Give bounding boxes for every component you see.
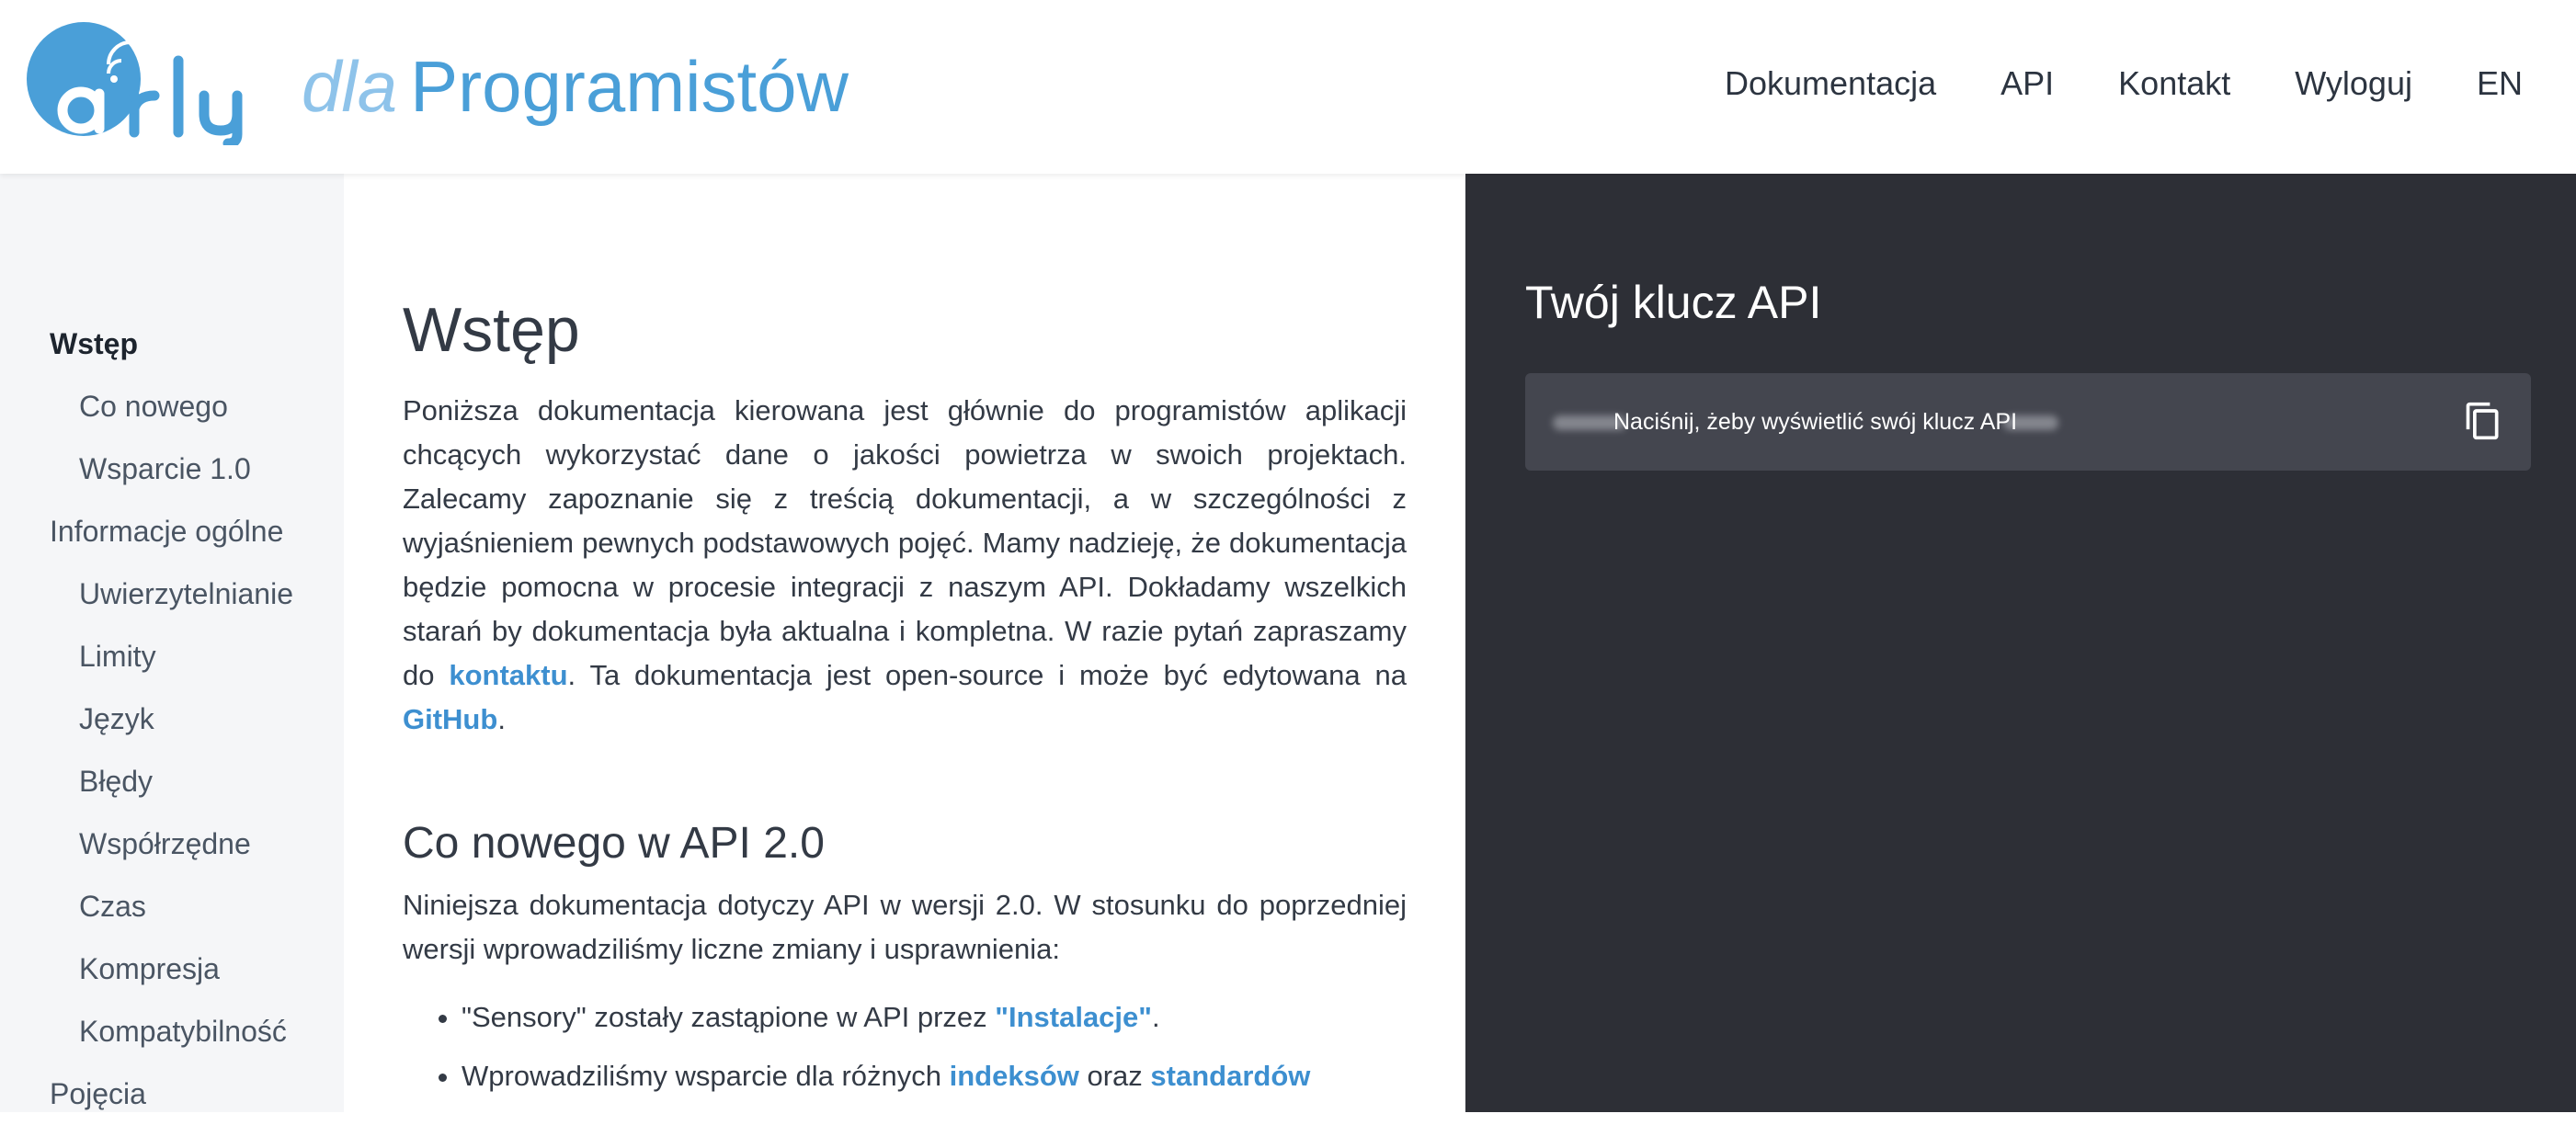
list-item-text-mid: oraz	[1078, 1060, 1151, 1092]
sidebar-item-kompatybilnosc[interactable]: Kompatybilność	[50, 1000, 293, 1062]
list-item: "Sensory" zostały zastąpione w API przez…	[462, 988, 1407, 1047]
sidebar-item-jezyk[interactable]: Język	[50, 688, 293, 750]
intro-text: Poniższa dokumentacja kierowana jest głó…	[403, 394, 1407, 691]
sidebar-item-wsparcie[interactable]: Wsparcie 1.0	[50, 438, 293, 500]
contact-link[interactable]: kontaktu	[449, 659, 567, 691]
sidebar-item-uwierzytelnianie[interactable]: Uwierzytelnianie	[50, 562, 293, 625]
sidebar-item-wspolrzedne[interactable]: Współrzędne	[50, 812, 293, 875]
intro-paragraph: Poniższa dokumentacja kierowana jest głó…	[403, 389, 1407, 742]
intro-mid-text: . Ta dokumentacja jest open-source i moż…	[567, 659, 1407, 691]
list-item-text: "Sensory" zostały zastąpione w API przez	[462, 1001, 996, 1033]
sidebar-item-wstep[interactable]: Wstęp	[50, 312, 293, 375]
instalacje-link[interactable]: "Instalacje"	[995, 1001, 1152, 1033]
nav-api[interactable]: API	[2000, 51, 2054, 116]
api-key-panel: Twój klucz API Naciśnij, żeby wyświetlić…	[1465, 174, 2576, 1112]
brand-name: Programistów	[410, 46, 849, 127]
top-header: dla Programistów Dokumentacja API Kontakt…	[0, 0, 2576, 174]
nav-language-en[interactable]: EN	[2477, 51, 2523, 116]
list-item-text-end: .	[1151, 1001, 1160, 1033]
list-item: Wprowadziliśmy wsparcie dla różnych inde…	[462, 1047, 1407, 1106]
sidebar-item-informacje-ogolne[interactable]: Informacje ogólne	[50, 500, 293, 562]
main-content: Wstęp Poniższa dokumentacja kierowana je…	[344, 174, 1465, 1112]
sidebar: Wstęp Co nowego Wsparcie 1.0 Informacje …	[0, 174, 344, 1112]
copy-icon[interactable]	[2463, 401, 2503, 441]
main-nav: Dokumentacja API Kontakt Wyloguj EN	[1725, 51, 2523, 116]
indeksow-link[interactable]: indeksów	[950, 1060, 1079, 1092]
sidebar-item-czas[interactable]: Czas	[50, 875, 293, 938]
standardow-link[interactable]: standardów	[1150, 1060, 1310, 1092]
content-column: Wstęp Poniższa dokumentacja kierowana je…	[403, 284, 1407, 1106]
section-title-whats-new: Co nowego w API 2.0	[403, 819, 825, 868]
api-key-title: Twój klucz API	[1525, 277, 1822, 328]
api-key-reveal-text[interactable]: Naciśnij, żeby wyświetlić swój klucz API	[1613, 402, 2017, 442]
api-key-box[interactable]: Naciśnij, żeby wyświetlić swój klucz API	[1525, 373, 2531, 471]
nav-kontakt[interactable]: Kontakt	[2118, 51, 2230, 116]
sidebar-item-kompresja[interactable]: Kompresja	[50, 938, 293, 1000]
nav-dokumentacja[interactable]: Dokumentacja	[1725, 51, 1936, 116]
intro-end-text: .	[497, 703, 506, 735]
brand-prefix: dla	[302, 46, 398, 127]
airly-logo-icon[interactable]	[24, 17, 272, 145]
sidebar-item-co-nowego[interactable]: Co nowego	[50, 375, 293, 438]
github-link[interactable]: GitHub	[403, 703, 497, 735]
changes-list: "Sensory" zostały zastąpione w API przez…	[403, 988, 1407, 1106]
sidebar-item-pojecia[interactable]: Pojęcia	[50, 1062, 293, 1125]
whats-new-paragraph: Niniejsza dokumentacja dotyczy API w wer…	[403, 889, 1407, 965]
sidebar-item-bledy[interactable]: Błędy	[50, 750, 293, 812]
sidebar-nav: Wstęp Co nowego Wsparcie 1.0 Informacje …	[50, 312, 293, 1125]
page-title: Wstęp	[403, 295, 580, 365]
list-item-text: Wprowadziliśmy wsparcie dla różnych	[462, 1060, 950, 1092]
brand-title: dla Programistów	[302, 42, 849, 131]
nav-wyloguj[interactable]: Wyloguj	[2295, 51, 2412, 116]
sidebar-item-limity[interactable]: Limity	[50, 625, 293, 688]
